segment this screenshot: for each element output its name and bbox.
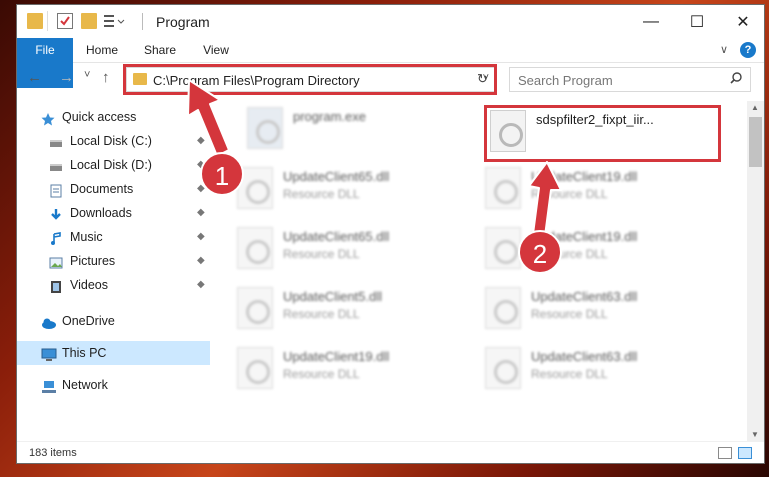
file-item[interactable]: UpdateClient5.dll Resource DLL (237, 287, 467, 337)
minimize-button[interactable]: — (628, 5, 674, 38)
folder-icon (27, 13, 43, 29)
music-icon (49, 230, 63, 245)
ribbon: File Home Share View ∨ ? (17, 38, 764, 88)
sidebar-item-onedrive[interactable]: OneDrive (17, 309, 210, 333)
dll-file-icon (237, 227, 273, 269)
tab-share[interactable]: Share (139, 38, 181, 63)
computer-icon (41, 346, 57, 361)
recent-locations-button[interactable]: ˅ (84, 69, 90, 81)
videos-icon (49, 278, 63, 293)
close-button[interactable]: ✕ (720, 5, 764, 38)
address-highlight (123, 64, 497, 95)
vertical-scrollbar[interactable]: ▲ ▼ (747, 101, 764, 441)
title-bar: Program — ☐ ✕ (17, 5, 764, 38)
file-item-sdspfilter2[interactable]: sdspfilter2_fixpt_iir... (490, 110, 720, 160)
drive-icon (49, 134, 63, 148)
items-count: 183 items (29, 447, 77, 459)
new-folder-icon[interactable] (81, 13, 97, 29)
details-view-icon[interactable] (718, 447, 732, 459)
network-icon (41, 378, 56, 393)
sidebar-item-local-disk-c[interactable]: Local Disk (C:) ◆ (17, 129, 210, 153)
status-bar: 183 items (17, 441, 764, 463)
drive-icon (49, 158, 63, 172)
tab-view[interactable]: View (197, 38, 235, 63)
sidebar-item-music[interactable]: Music ◆ (17, 225, 210, 249)
scroll-up-icon[interactable]: ▲ (751, 103, 759, 112)
sidebar-item-documents[interactable]: Documents ◆ (17, 177, 210, 201)
expand-ribbon-icon[interactable]: ∨ (720, 43, 728, 56)
sidebar-item-pictures[interactable]: Pictures ◆ (17, 249, 210, 273)
sidebar-item-this-pc[interactable]: This PC (17, 341, 210, 365)
window-title: Program (156, 14, 210, 30)
dll-file-icon (237, 287, 273, 329)
file-item[interactable]: UpdateClient63.dll Resource DLL (485, 287, 715, 337)
scroll-down-icon[interactable]: ▼ (751, 430, 759, 439)
dll-file-icon (485, 287, 521, 329)
step-1-badge: 1 (200, 152, 244, 196)
star-icon (41, 110, 55, 126)
file-name: sdspfilter2_fixpt_iir... (536, 112, 654, 127)
file-item[interactable]: UpdateClient65.dll Resource DLL (237, 167, 467, 217)
maximize-button[interactable]: ☐ (674, 5, 720, 38)
documents-icon (49, 182, 63, 198)
dll-file-icon (237, 347, 273, 389)
dll-file-icon (490, 110, 526, 152)
pin-icon[interactable]: ◆ (197, 129, 205, 153)
explorer-window: Program — ☐ ✕ File Home Share View ∨ ? ←… (16, 4, 765, 464)
sidebar-item-quick-access[interactable]: Quick access (17, 105, 210, 129)
sidebar-item-local-disk-d[interactable]: Local Disk (D:) ◆ (17, 153, 210, 177)
large-icons-view-icon[interactable] (738, 447, 752, 459)
sidebar-item-network[interactable]: Network (17, 373, 210, 397)
dll-file-icon (485, 347, 521, 389)
search-input[interactable]: Search Program (518, 73, 613, 88)
step-2-badge: 2 (518, 230, 562, 274)
file-item[interactable]: UpdateClient19.dll Resource DLL (237, 347, 467, 397)
scroll-thumb[interactable] (749, 117, 762, 167)
pin-icon[interactable]: ◆ (197, 273, 205, 297)
up-button[interactable]: ↑ (102, 69, 110, 86)
properties-icon[interactable] (57, 13, 73, 29)
pin-icon[interactable]: ◆ (197, 225, 205, 249)
navigation-pane: Quick access Local Disk (C:) ◆ Local Dis… (17, 101, 210, 441)
forward-button[interactable]: → (59, 69, 74, 86)
dll-file-icon (485, 227, 521, 269)
pin-icon[interactable]: ◆ (197, 249, 205, 273)
file-item[interactable]: UpdateClient65.dll Resource DLL (237, 227, 467, 277)
help-icon[interactable]: ? (740, 42, 756, 58)
sidebar-item-downloads[interactable]: Downloads ◆ (17, 201, 210, 225)
file-item[interactable]: UpdateClient63.dll Resource DLL (485, 347, 715, 397)
file-item-program-exe[interactable]: program.exe (247, 107, 477, 157)
exe-file-icon (247, 107, 283, 149)
download-icon (49, 206, 63, 220)
pictures-icon (49, 254, 63, 269)
customize-quick-access-icon[interactable] (103, 13, 125, 29)
pin-icon[interactable]: ◆ (197, 201, 205, 225)
tab-home[interactable]: Home (81, 38, 123, 63)
file-item[interactable]: UpdateClient19.dll Resource DLL (485, 167, 715, 217)
dll-file-icon (485, 167, 521, 209)
back-button[interactable]: ← (27, 69, 42, 86)
refresh-button[interactable]: ↻ (477, 71, 488, 87)
search-icon[interactable] (730, 72, 742, 87)
sidebar-item-videos[interactable]: Videos ◆ (17, 273, 210, 297)
search-box[interactable]: Search Program (509, 67, 751, 92)
target-file-highlight: sdspfilter2_fixpt_iir... (484, 105, 721, 162)
cloud-icon (41, 314, 56, 329)
